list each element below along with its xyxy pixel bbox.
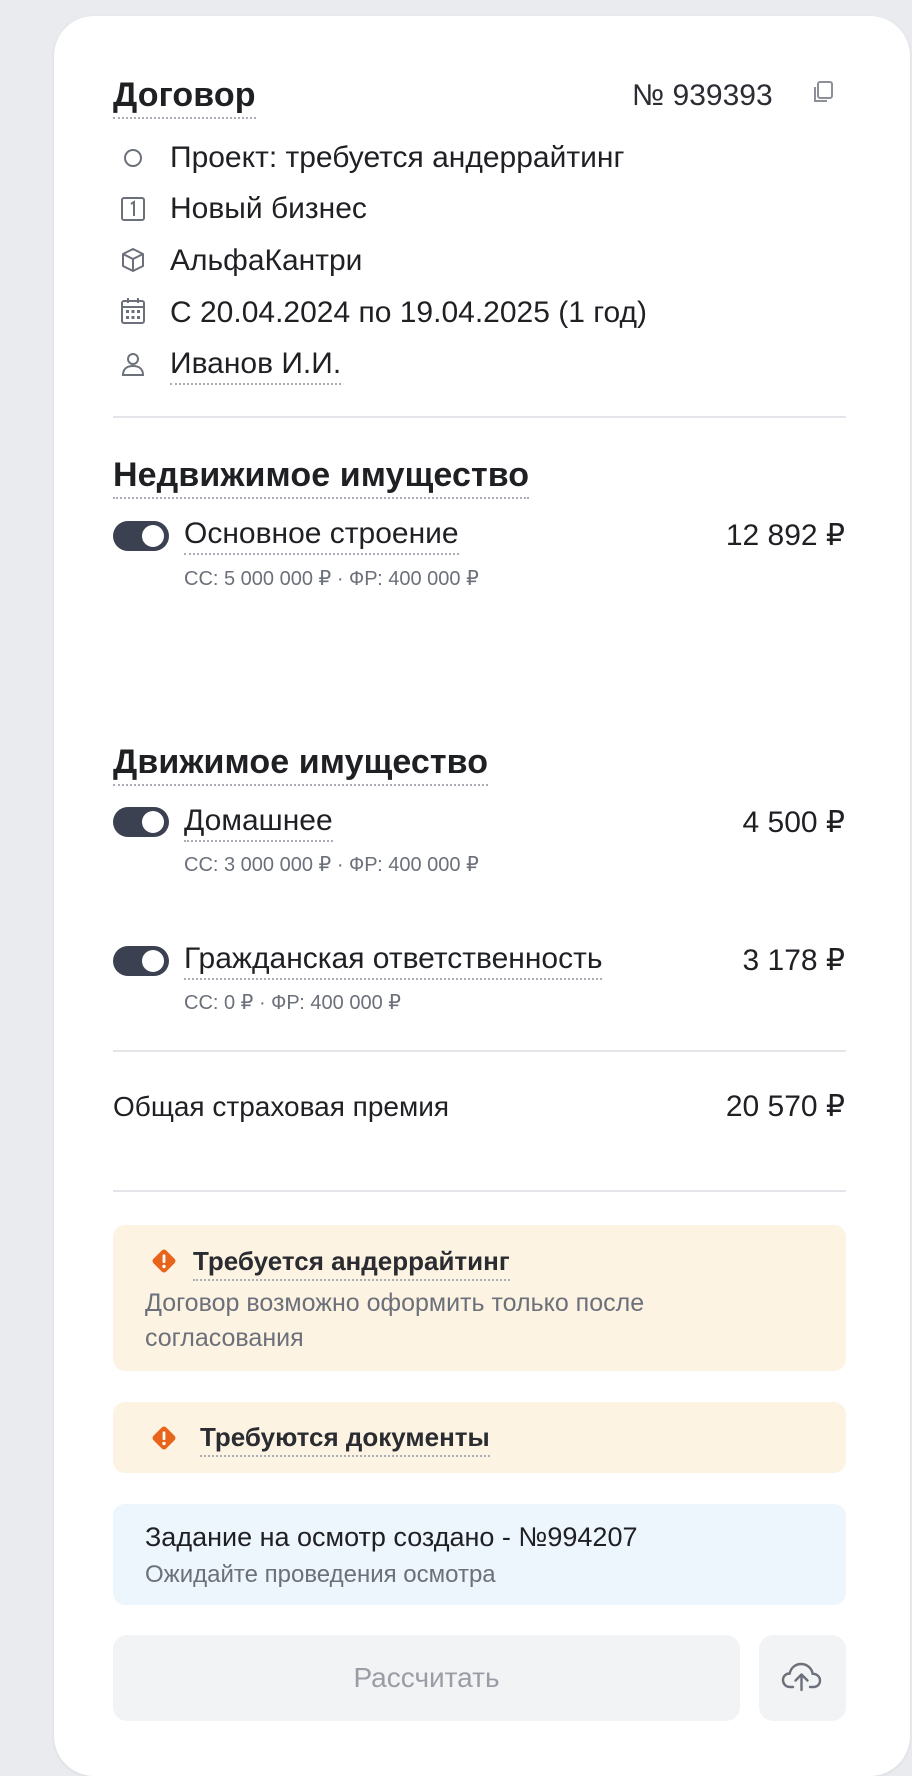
divider (113, 1050, 846, 1052)
item-household[interactable]: Домашнее (184, 804, 333, 842)
divider (113, 416, 846, 418)
underwriting-alert-title[interactable]: Требуется андеррайтинг (193, 1246, 510, 1281)
inspection-info-title: Задание на осмотр создано - №994207 (145, 1522, 638, 1552)
item-main-building-details: СС: 5 000 000 ₽ · ФР: 400 000 ₽ (184, 568, 479, 590)
toggle-household[interactable] (113, 807, 169, 837)
warning-diamond-icon (149, 1423, 179, 1458)
user-icon (120, 351, 146, 377)
item-household-details: СС: 3 000 000 ₽ · ФР: 400 000 ₽ (184, 854, 479, 876)
business-type: Новый бизнес (170, 192, 367, 225)
cloud-upload-icon (781, 1660, 825, 1697)
total-premium-label: Общая страховая премия (113, 1091, 450, 1122)
item-main-building-price: 12 892 ₽ (725, 519, 845, 552)
toggle-main-building[interactable] (113, 521, 169, 551)
divider (113, 1190, 846, 1192)
inspection-info (113, 1504, 846, 1605)
contract-period: С 20.04.2024 по 19.04.2025 (1 год) (170, 296, 648, 329)
calendar-icon (120, 298, 146, 324)
toggle-liability[interactable] (113, 946, 169, 976)
item-liability-price: 3 178 ₽ (742, 944, 846, 977)
item-liability[interactable]: Гражданская ответственность (184, 942, 603, 980)
item-household-price: 4 500 ₽ (742, 806, 846, 839)
contract-title[interactable]: Договор (113, 76, 256, 119)
inspection-info-text: Ожидайте проведения осмотра (145, 1561, 496, 1588)
total-premium-value: 20 570 ₽ (725, 1090, 845, 1123)
calculate-button[interactable]: Рассчитать (113, 1635, 740, 1721)
circle-status-icon (120, 145, 146, 171)
item-liability-details: СС: 0 ₽ · ФР: 400 000 ₽ (184, 992, 401, 1014)
product-name: АльфаКантри (170, 244, 363, 277)
copy-icon[interactable] (812, 80, 834, 104)
cube-icon (120, 247, 146, 273)
manager-link[interactable]: Иванов И.И. (170, 347, 342, 385)
documents-alert-title[interactable]: Требуются документы (200, 1422, 490, 1457)
warning-diamond-icon (149, 1246, 179, 1281)
contract-number: № 939393 (632, 79, 773, 112)
upload-button[interactable] (759, 1635, 846, 1721)
real-estate-title[interactable]: Недвижимое имущество (113, 456, 530, 499)
movable-title[interactable]: Движимое имущество (113, 743, 489, 786)
number-one-icon (120, 196, 146, 222)
contract-status: Проект: требуется андеррайтинг (170, 141, 625, 174)
item-main-building[interactable]: Основное строение (184, 517, 459, 555)
underwriting-alert-text: Договор возможно оформить только после с… (145, 1289, 645, 1352)
